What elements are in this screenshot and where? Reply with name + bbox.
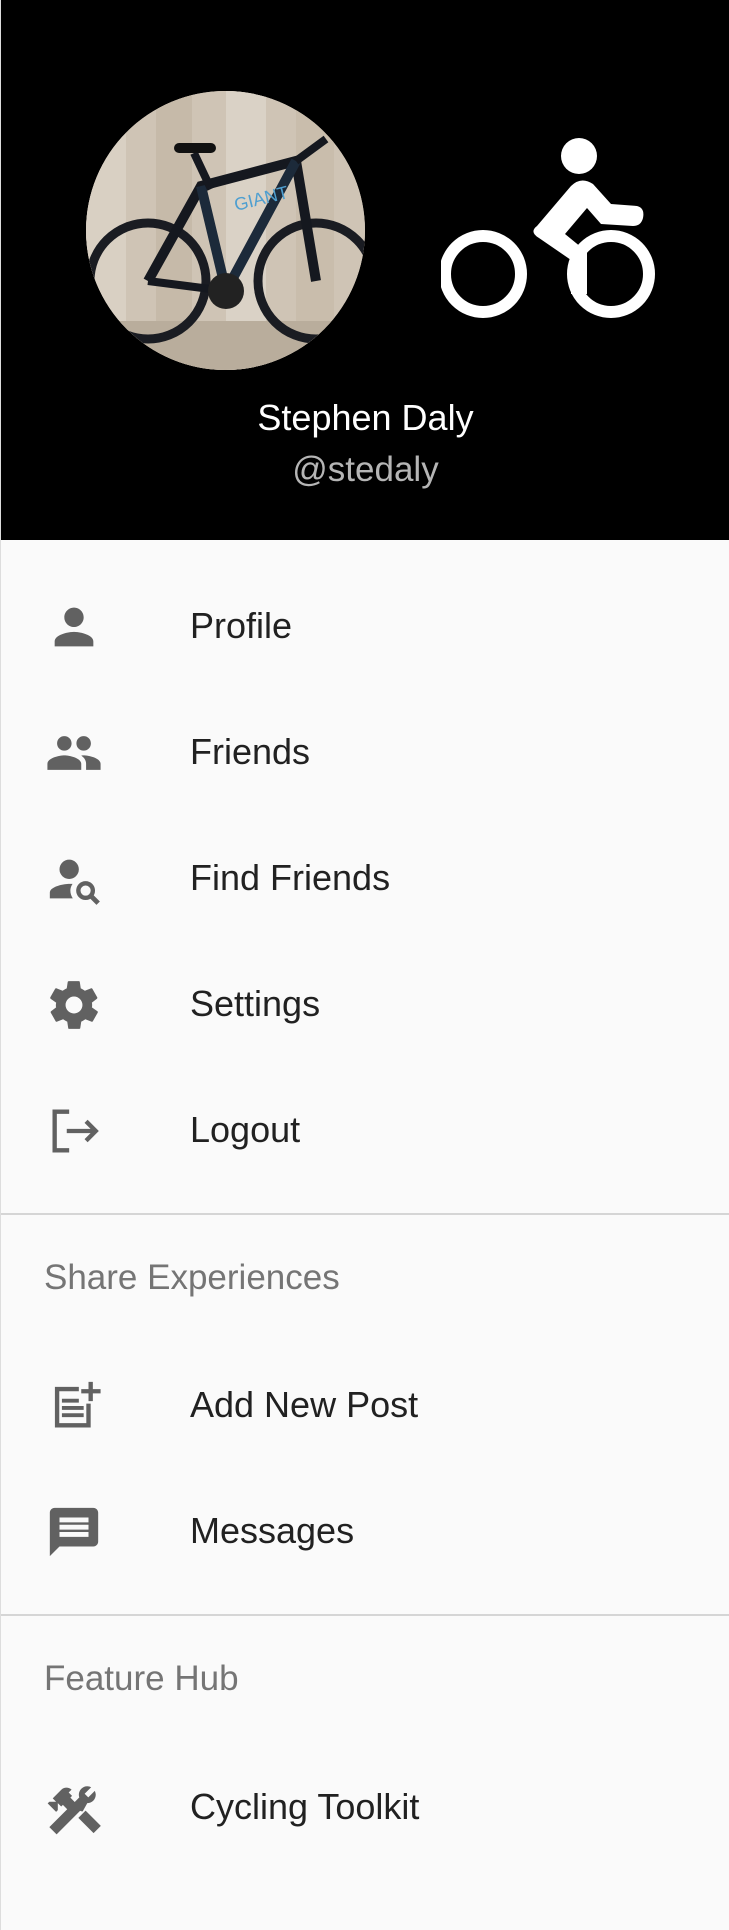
people-icon [44, 724, 104, 782]
section-title-share-experiences: Share Experiences [44, 1258, 340, 1297]
menu-item-logout[interactable]: Logout [1, 1067, 729, 1193]
drawer-header: GIANT Stephen Daly @stedaly [1, 0, 729, 540]
menu-item-messages[interactable]: Messages [1, 1468, 729, 1594]
menu-item-label: Find Friends [190, 857, 391, 898]
section-title-feature-hub: Feature Hub [44, 1659, 239, 1698]
menu-item-friends[interactable]: Friends [1, 689, 729, 815]
tools-icon [44, 1779, 104, 1837]
menu-item-label: Add New Post [190, 1384, 419, 1425]
post-add-icon [44, 1377, 104, 1435]
cyclist-icon [441, 138, 655, 318]
menu-item-label: Profile [190, 605, 293, 646]
menu-item-label: Messages [190, 1510, 355, 1551]
menu-item-label: Settings [190, 983, 321, 1024]
message-icon [44, 1503, 104, 1561]
logout-icon [44, 1102, 104, 1160]
menu-item-profile[interactable]: Profile [1, 563, 729, 689]
menu-item-add-new-post[interactable]: Add New Post [1, 1342, 729, 1468]
person-icon [44, 598, 104, 656]
avatar[interactable]: GIANT [86, 91, 365, 370]
user-handle: @stedaly [292, 450, 439, 489]
menu-item-label: Friends [190, 731, 311, 772]
person-search-icon [44, 850, 104, 908]
menu-item-cycling-toolkit[interactable]: Cycling Toolkit [1, 1744, 729, 1870]
user-name: Stephen Daly [257, 397, 474, 438]
divider [1, 1614, 729, 1616]
menu-item-label: Cycling Toolkit [190, 1786, 420, 1827]
divider [1, 1213, 729, 1215]
menu-item-settings[interactable]: Settings [1, 941, 729, 1067]
navigation-drawer: GIANT Stephen Daly @stedaly Profile Frie… [0, 0, 729, 1930]
gear-icon [44, 976, 104, 1034]
menu-item-find-friends[interactable]: Find Friends [1, 815, 729, 941]
menu-item-label: Logout [190, 1109, 301, 1150]
